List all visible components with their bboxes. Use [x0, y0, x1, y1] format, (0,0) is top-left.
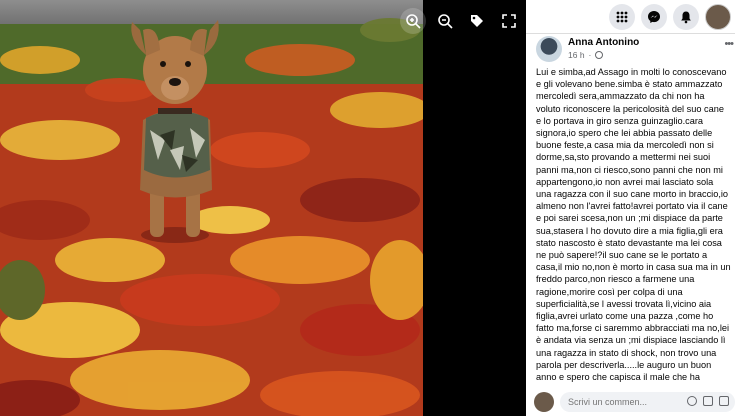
post-meta: 16 h · — [568, 49, 639, 61]
globe-icon — [595, 51, 604, 59]
photo[interactable] — [0, 0, 423, 416]
camera-icon[interactable] — [703, 396, 713, 406]
messenger-icon[interactable] — [641, 3, 667, 30]
comment-bar — [526, 388, 735, 416]
more-options-icon[interactable]: ••• — [724, 38, 734, 50]
zoom-out-icon[interactable] — [432, 8, 458, 34]
post-time[interactable]: 16 h — [568, 49, 585, 61]
author-avatar[interactable] — [536, 36, 562, 62]
top-navigation — [526, 0, 735, 34]
menu-grid-icon[interactable] — [609, 3, 635, 30]
post-sidebar: Anna Antonino 16 h · ••• Lui e simba,ad … — [526, 0, 735, 416]
notifications-icon[interactable] — [673, 3, 699, 30]
dog-photo-image — [0, 0, 423, 416]
tag-icon[interactable] — [464, 8, 490, 34]
post-author: Anna Antonino 16 h · ••• — [526, 34, 735, 66]
zoom-in-icon[interactable] — [400, 8, 426, 34]
emoji-icon[interactable] — [687, 396, 697, 406]
commenter-avatar — [534, 392, 554, 412]
fullscreen-icon[interactable] — [496, 8, 522, 34]
account-avatar[interactable] — [705, 3, 731, 30]
author-name[interactable]: Anna Antonino — [568, 36, 639, 49]
gif-icon[interactable] — [719, 396, 729, 406]
viewer-toolbar — [400, 8, 522, 34]
post-text: Lui e simba,ad Assago in molti lo conosc… — [536, 67, 731, 383]
photo-viewer — [0, 0, 526, 416]
comment-tools — [687, 396, 729, 406]
